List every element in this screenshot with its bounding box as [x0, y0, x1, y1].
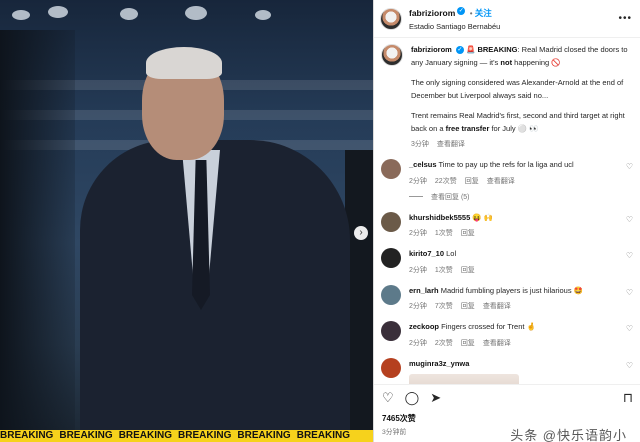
- caption-not: not: [500, 57, 513, 67]
- breaking-text: BREAKING: [0, 430, 54, 441]
- commenter-avatar[interactable]: [381, 159, 401, 179]
- comment-item: zeckoop Fingers crossed for Trent 🤞 2分钟 …: [374, 321, 640, 348]
- comment-like-icon[interactable]: ♡: [626, 215, 633, 224]
- comment-likes[interactable]: 22次赞: [435, 176, 457, 186]
- caption-para3-end: for July ⚪️ 👀: [489, 123, 539, 133]
- caption-breaking: BREAKING: [477, 45, 518, 54]
- breaking-strip: BREAKING BREAKING BREAKING BREAKING BREA…: [0, 430, 373, 442]
- author-username[interactable]: fabriziorom: [409, 8, 455, 18]
- location-link[interactable]: Estadio Santiago Bernabéu: [409, 20, 500, 33]
- translate-link[interactable]: 查看翻译: [483, 338, 511, 348]
- commenter-username[interactable]: _celsus: [409, 160, 437, 169]
- reply-button[interactable]: 回复: [461, 265, 475, 275]
- view-replies-label: 查看回复 (5): [431, 193, 470, 201]
- verified-icon: ✓: [457, 7, 466, 16]
- comment-item: khurshidbek5555 😝 🙌 2分钟 1次赞 回复 ♡: [374, 211, 640, 239]
- caption-paragraph-2: The only signing considered was Alexande…: [411, 78, 624, 100]
- comments-list[interactable]: fabriziorom ✓ 🚨 BREAKING: Real Madrid cl…: [374, 38, 640, 384]
- commenter-avatar[interactable]: [381, 248, 401, 268]
- comment-item: muginra3z_ynwa ♡: [374, 357, 640, 384]
- follow-button[interactable]: 关注: [475, 8, 492, 18]
- comment-time: 2分钟: [409, 230, 427, 237]
- comment-text: Madrid fumbling players is just hilariou…: [440, 285, 584, 295]
- caption-time: 3分钟: [411, 141, 429, 148]
- comment-text: Time to pay up the refs for la liga and …: [438, 160, 574, 169]
- stadium-light: [48, 6, 68, 18]
- more-options-icon[interactable]: •••: [618, 13, 632, 24]
- post-side-panel: fabriziorom ✓ • 关注 Estadio Santiago Berna…: [373, 0, 640, 442]
- reply-button[interactable]: 回复: [465, 176, 479, 186]
- commenter-username[interactable]: muginra3z_ynwa: [409, 359, 469, 368]
- comment-likes[interactable]: 1次赞: [435, 228, 453, 238]
- commenter-username[interactable]: khurshidbek5555: [409, 213, 470, 222]
- translate-link[interactable]: 查看翻译: [487, 176, 515, 186]
- comment-text: Fingers crossed for Trent 🤞: [441, 322, 536, 331]
- breaking-text: BREAKING: [59, 430, 113, 441]
- like-icon[interactable]: ♡: [382, 391, 394, 405]
- author-avatar[interactable]: [381, 44, 403, 66]
- translate-link[interactable]: 查看翻译: [437, 139, 465, 149]
- breaking-text: BREAKING: [118, 430, 173, 441]
- stadium-light: [185, 6, 207, 20]
- stadium-light: [120, 8, 138, 20]
- comment-time: 2分钟: [409, 339, 427, 347]
- comment-text: 😝 🙌: [472, 212, 494, 222]
- comment-like-icon[interactable]: ♡: [626, 324, 633, 333]
- translate-link[interactable]: 查看翻译: [483, 301, 511, 311]
- comment-time: 2分钟: [409, 303, 427, 310]
- commenter-avatar[interactable]: [381, 357, 401, 378]
- commenter-username[interactable]: zeckoop: [409, 322, 439, 331]
- comment-likes[interactable]: 2次赞: [435, 338, 453, 348]
- breaking-text: BREAKING: [296, 430, 351, 441]
- post-actions: ♡ ◯ ➤ ⊓ 7465次赞 3分钟前 头条 @快乐语韵小: [374, 384, 640, 442]
- comment-like-icon[interactable]: ♡: [626, 288, 633, 297]
- reply-button[interactable]: 回复: [461, 228, 475, 238]
- reply-button[interactable]: 回复: [461, 338, 475, 348]
- caption-line1-end: happening 🚫: [512, 57, 561, 67]
- commenter-avatar[interactable]: [381, 211, 401, 232]
- reply-button[interactable]: 回复: [461, 301, 475, 311]
- share-icon[interactable]: ➤: [430, 391, 441, 405]
- caption-prefix: 🚨: [466, 45, 476, 54]
- author-avatar[interactable]: [380, 7, 402, 30]
- commenter-avatar[interactable]: [381, 321, 401, 341]
- comment-like-icon[interactable]: ♡: [626, 361, 633, 370]
- breaking-text: BREAKING: [237, 430, 291, 441]
- post-header: fabriziorom ✓ • 关注 Estadio Santiago Berna…: [374, 0, 640, 38]
- next-photo-button[interactable]: ›: [354, 226, 368, 240]
- comment-item: ern_larh Madrid fumbling players is just…: [374, 284, 640, 312]
- caption-free-transfer: free transfer: [445, 123, 490, 133]
- comment-likes[interactable]: 7次赞: [435, 301, 453, 311]
- comment-item: _celsus Time to pay up the refs for la l…: [374, 159, 640, 186]
- commenter-username[interactable]: ern_larh: [409, 286, 439, 295]
- comment-text: Lol: [446, 249, 457, 258]
- view-replies-button[interactable]: 查看回复 (5): [409, 192, 640, 202]
- comment-likes[interactable]: 1次赞: [435, 265, 453, 275]
- stadium-light: [255, 10, 271, 20]
- comment-item: kirito7_10 Lol 2分钟 1次赞 回复 ♡: [374, 248, 640, 275]
- stadium-light: [12, 10, 30, 20]
- caption-username[interactable]: fabriziorom: [411, 45, 452, 54]
- caption: fabriziorom ✓ 🚨 BREAKING: Real Madrid cl…: [374, 44, 640, 149]
- like-count[interactable]: 7465次赞: [382, 413, 633, 424]
- comment-time: 2分钟: [409, 177, 427, 185]
- commenter-username[interactable]: kirito7_10: [409, 249, 444, 258]
- person-hair: [146, 47, 222, 79]
- blurred-foreground: [0, 30, 75, 442]
- post-photo: › BREAKING BREAKING BREAKING BREAKING BR…: [0, 0, 373, 442]
- comment-image[interactable]: [409, 374, 519, 384]
- comment-like-icon[interactable]: ♡: [626, 162, 633, 171]
- commenter-avatar[interactable]: [381, 284, 401, 305]
- bookmark-icon[interactable]: ⊓: [623, 391, 633, 405]
- comment-time: 2分钟: [409, 266, 427, 274]
- watermark: 头条 @快乐语韵小: [510, 428, 627, 442]
- breaking-text: BREAKING: [178, 430, 232, 441]
- verified-icon: ✓: [455, 46, 464, 55]
- comment-icon[interactable]: ◯: [405, 391, 420, 405]
- comment-like-icon[interactable]: ♡: [626, 251, 633, 260]
